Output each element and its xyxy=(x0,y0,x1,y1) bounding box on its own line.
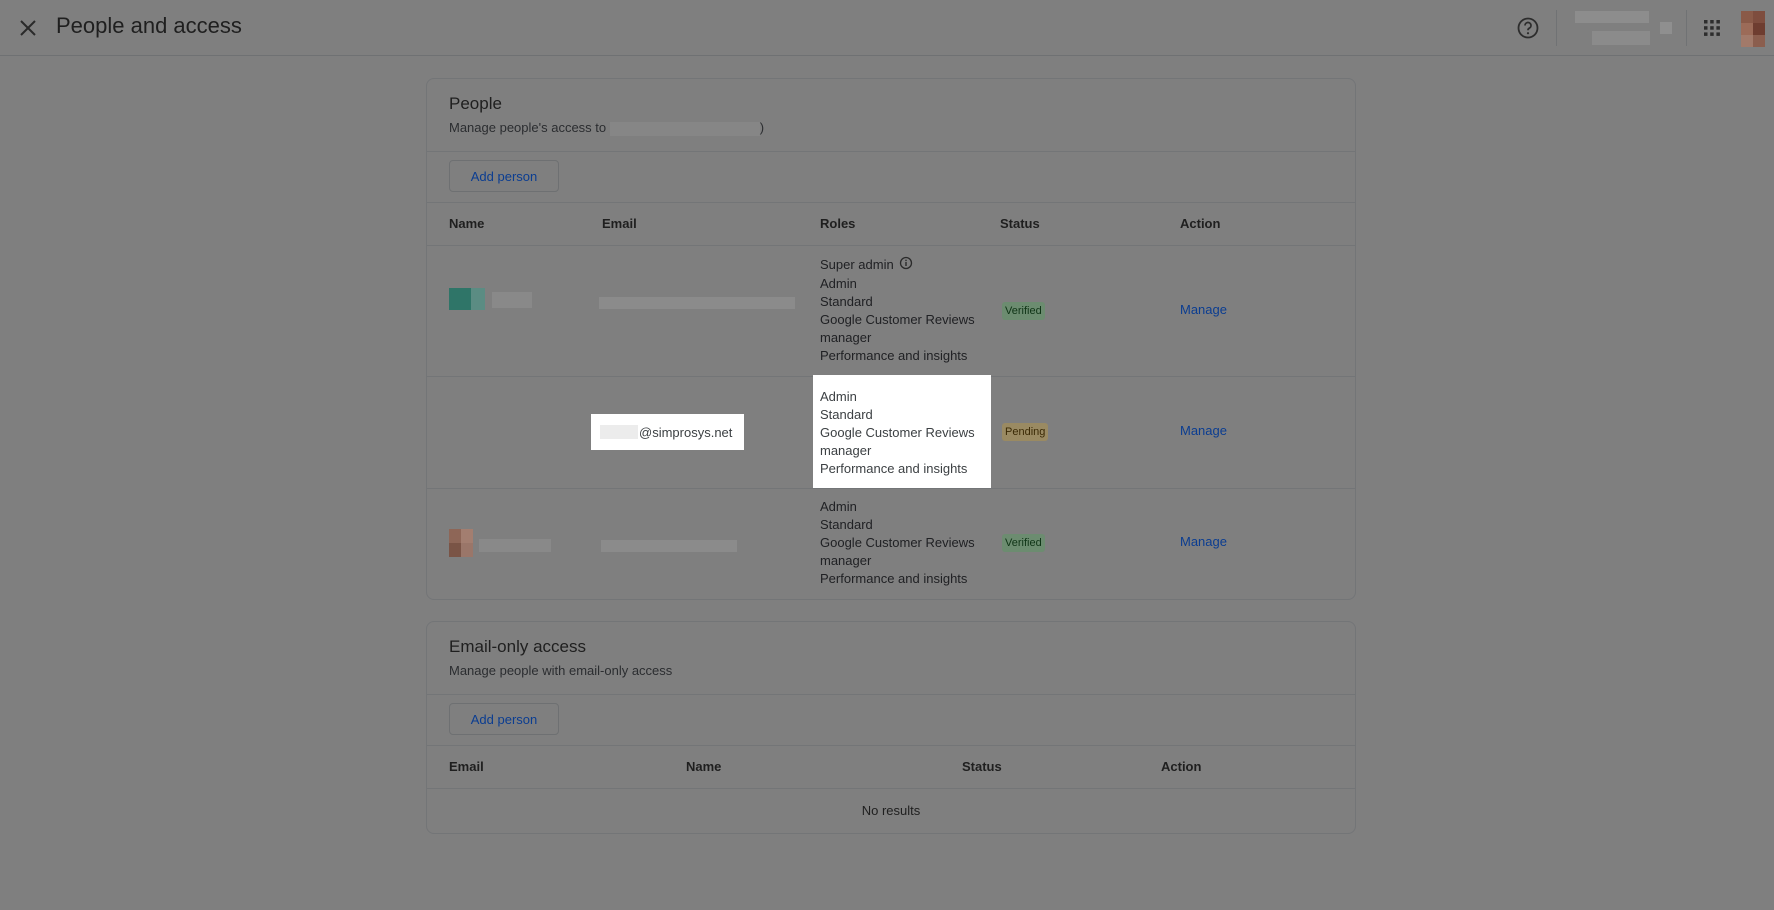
account-chevron-redacted[interactable] xyxy=(1660,22,1672,34)
close-icon[interactable] xyxy=(14,14,42,42)
user-avatar[interactable] xyxy=(1741,11,1765,47)
roles-list: Super admin Admin Standard Google Custom… xyxy=(820,256,975,364)
divider xyxy=(427,151,1355,152)
roles-list: Admin Standard Google Customer Reviews m… xyxy=(813,375,991,488)
email-redacted xyxy=(601,540,737,552)
avatar xyxy=(449,529,473,559)
name-redacted xyxy=(479,539,551,552)
manage-link[interactable]: Manage xyxy=(1180,302,1227,317)
column-header-email[interactable]: Email xyxy=(449,759,484,774)
manage-link[interactable]: Manage xyxy=(1180,423,1227,438)
help-icon[interactable] xyxy=(1514,14,1542,42)
manage-link[interactable]: Manage xyxy=(1180,534,1227,549)
divider xyxy=(427,788,1355,789)
email-redacted xyxy=(599,297,795,309)
column-header-status[interactable]: Status xyxy=(1000,216,1040,231)
people-title: People xyxy=(449,94,502,113)
account-id-redacted xyxy=(1592,31,1650,45)
toolbar-divider xyxy=(1686,10,1687,46)
add-person-button[interactable]: Add person xyxy=(449,160,559,192)
pending-user-email: @simprosys.net xyxy=(591,414,744,450)
account-name-redacted xyxy=(1575,11,1649,23)
email-prefix-redacted xyxy=(600,425,638,439)
people-subtitle: Manage people's access to ) xyxy=(449,120,765,136)
people-card: People Manage people's access to ) Add p… xyxy=(426,78,1356,600)
column-header-action[interactable]: Action xyxy=(1161,759,1201,774)
status-badge: Verified xyxy=(1002,302,1045,320)
add-person-button[interactable]: Add person xyxy=(449,703,559,735)
top-app-bar: People and access xyxy=(0,0,1774,56)
status-badge: Pending xyxy=(1002,423,1049,441)
column-header-name[interactable]: Name xyxy=(686,759,721,774)
page-title: People and access xyxy=(56,13,242,38)
apps-grid-icon[interactable] xyxy=(1700,16,1724,40)
name-redacted xyxy=(492,292,532,308)
toolbar-divider xyxy=(1556,10,1557,46)
column-header-action[interactable]: Action xyxy=(1180,216,1220,231)
divider xyxy=(427,488,1355,489)
email-only-subtitle: Manage people with email-only access xyxy=(449,663,673,678)
column-header-name[interactable]: Name xyxy=(449,216,484,231)
status-badge: Verified xyxy=(1002,534,1045,552)
info-icon[interactable] xyxy=(899,256,913,275)
email-only-title: Email-only access xyxy=(449,637,586,656)
column-header-status[interactable]: Status xyxy=(962,759,1002,774)
divider xyxy=(427,245,1355,246)
divider xyxy=(427,202,1355,203)
divider xyxy=(427,694,1355,695)
empty-state: No results xyxy=(861,803,921,818)
avatar xyxy=(449,288,485,310)
column-header-roles[interactable]: Roles xyxy=(820,216,855,231)
email-only-card: Email-only access Manage people with ema… xyxy=(426,621,1356,834)
column-header-email[interactable]: Email xyxy=(602,216,637,231)
account-name-redacted xyxy=(609,121,760,136)
divider xyxy=(427,745,1355,746)
roles-list: Admin Standard Google Customer Reviews m… xyxy=(820,499,975,586)
